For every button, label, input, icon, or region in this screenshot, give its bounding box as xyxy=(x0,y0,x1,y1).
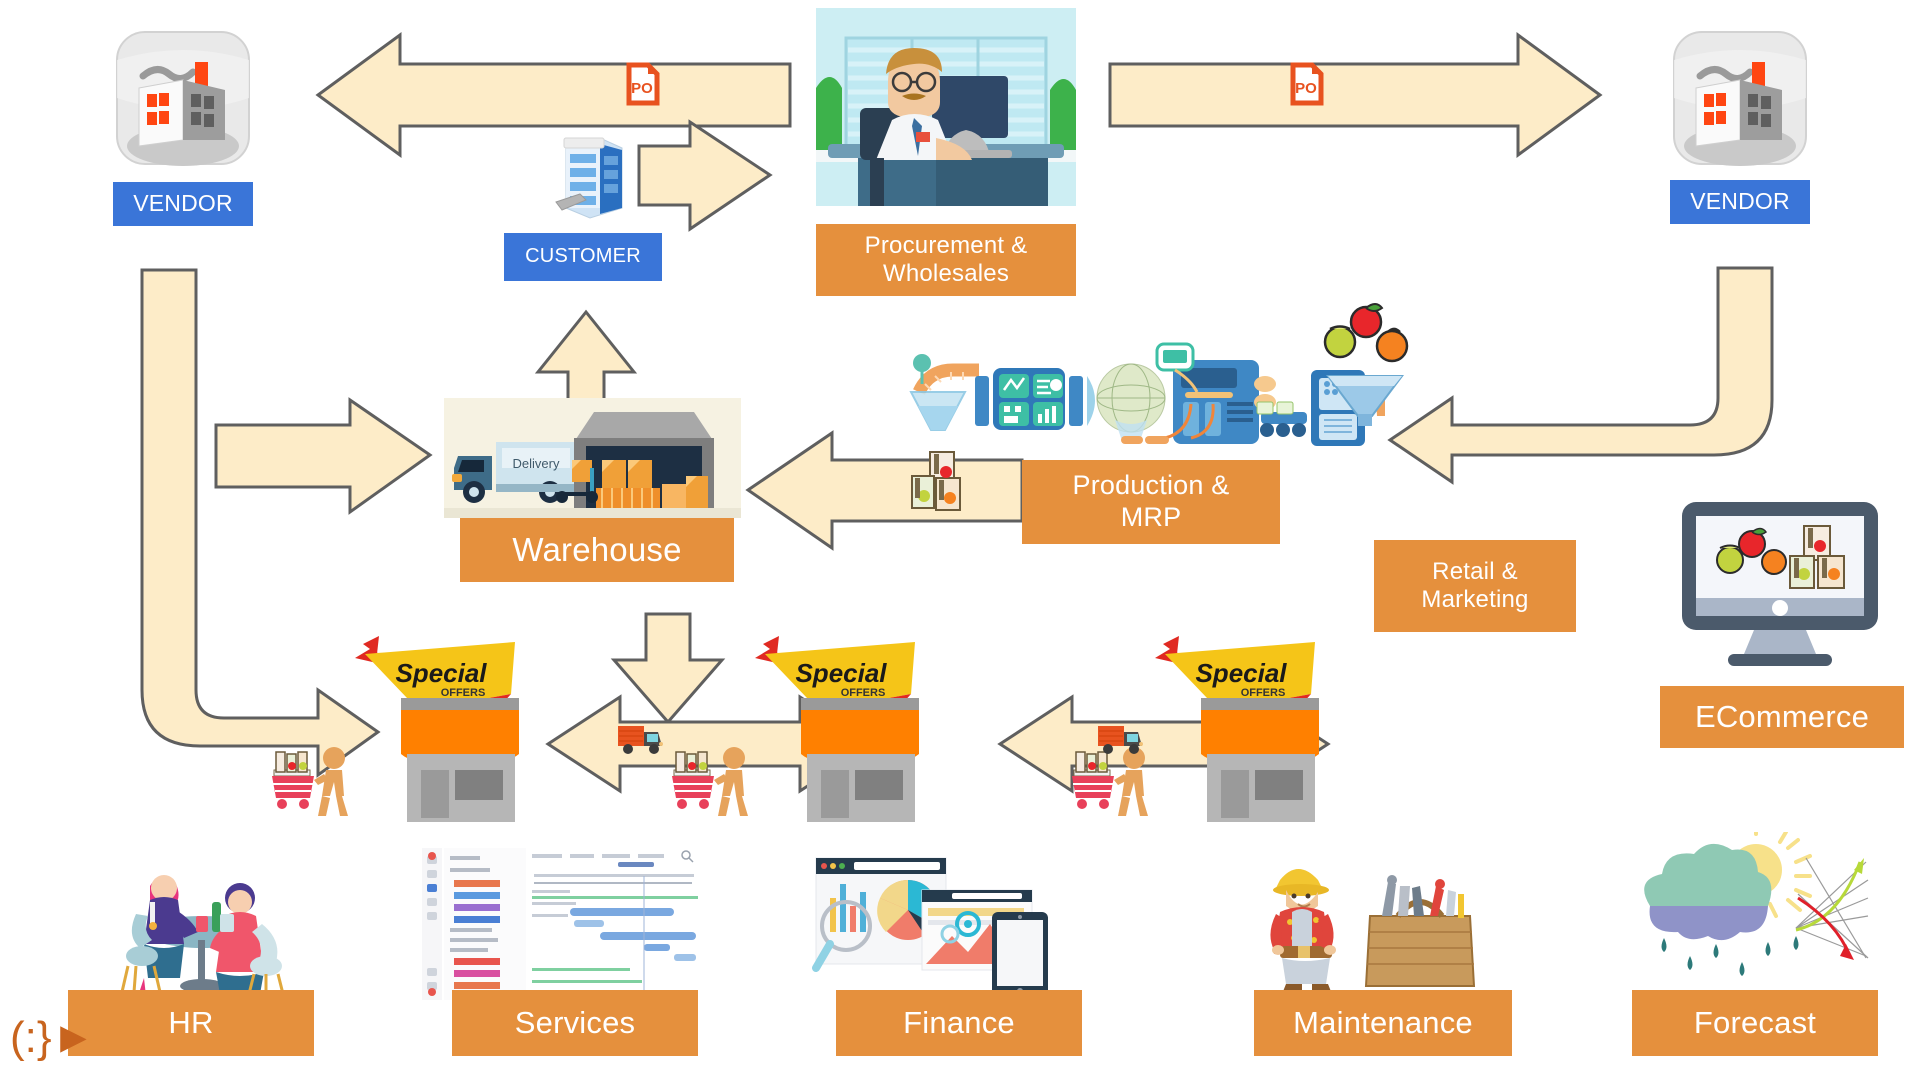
funnel-fruits-icon xyxy=(1320,296,1430,426)
office-building-icon xyxy=(550,130,632,222)
module-finance[interactable]: Finance xyxy=(836,990,1082,1056)
worker-figure xyxy=(1270,869,1336,994)
node-retail-label-line1: Retail & xyxy=(1432,557,1518,585)
arrow-vendor-left-to-warehouse xyxy=(214,397,433,515)
node-vendor-right-label: VENDOR xyxy=(1690,188,1790,215)
analytics-dashboard-illustration xyxy=(812,848,1062,1000)
node-retail-label-line2: Marketing xyxy=(1421,586,1529,613)
arrow-vendor-left-to-shop xyxy=(140,268,381,778)
arrow-warehouse-to-customer xyxy=(534,309,638,414)
svg-text:PO: PO xyxy=(1295,80,1317,97)
shopping-cart-icon xyxy=(672,751,714,809)
shop-center: Special OFFERS xyxy=(755,636,925,826)
monitor-storefront-illustration xyxy=(1676,498,1884,674)
fruit-melon xyxy=(1323,325,1357,359)
svg-text:Special: Special xyxy=(395,658,487,688)
module-services-label: Services xyxy=(514,1004,636,1040)
watermark-text: (:}► xyxy=(10,1013,96,1062)
weather-trend-illustration xyxy=(1620,822,1870,1000)
shopper-cart-icon-left xyxy=(268,740,354,820)
gantt-chart-screenshot xyxy=(422,848,702,1000)
fruit-orange xyxy=(1375,327,1409,363)
watermark-logo: (:}► xyxy=(10,1016,95,1060)
module-finance-label: Finance xyxy=(903,1004,1015,1040)
factory-icon xyxy=(113,28,253,178)
node-warehouse[interactable]: Warehouse xyxy=(460,518,734,582)
node-production-label-line1: Production & xyxy=(1072,470,1230,501)
arrow-warehouse-to-shop xyxy=(610,612,726,725)
node-vendor-right[interactable]: VENDOR xyxy=(1670,180,1810,224)
svg-text:Delivery: Delivery xyxy=(513,456,560,471)
worker-toolbox-illustration xyxy=(1258,846,1488,998)
funnel-icon xyxy=(1326,375,1404,426)
delivery-warehouse-illustration: Delivery xyxy=(444,398,741,518)
node-ecommerce-label: ECommerce xyxy=(1694,698,1870,734)
shopper-person-icon xyxy=(1114,747,1148,816)
factory-icon-right xyxy=(1670,28,1810,178)
svg-text:Special: Special xyxy=(795,658,887,688)
module-maintenance[interactable]: Maintenance xyxy=(1254,990,1512,1056)
module-services[interactable]: Services xyxy=(452,990,698,1056)
shop-left: Special OFFERS xyxy=(355,636,525,826)
arrow-procurement-to-vendor-right xyxy=(1108,32,1603,158)
svg-text:OFFERS: OFFERS xyxy=(841,687,886,699)
delivery-truck-icon-left xyxy=(616,722,668,756)
node-vendor-left[interactable]: VENDOR xyxy=(113,182,253,226)
production-line-illustration xyxy=(905,340,1389,470)
toolbox-icon xyxy=(1364,875,1476,987)
raindrops-icon xyxy=(1661,936,1799,976)
fruit-apple xyxy=(1349,303,1384,339)
node-warehouse-label: Warehouse xyxy=(512,530,682,568)
module-forecast-label: Forecast xyxy=(1693,1004,1817,1040)
cloud-icon xyxy=(1644,843,1772,941)
node-customer-label: CUSTOMER xyxy=(525,245,641,268)
node-procurement-label-line2: Wholesales xyxy=(882,260,1010,287)
node-procurement-label-line1: Procurement & xyxy=(864,231,1028,259)
office-worker-illustration xyxy=(816,8,1076,206)
module-hr-label: HR xyxy=(168,1004,214,1040)
svg-text:Special: Special xyxy=(1195,658,1287,688)
svg-text:OFFERS: OFFERS xyxy=(441,687,486,699)
arrow-customer-to-procurement xyxy=(637,119,773,232)
delivery-truck-icon-right xyxy=(1096,722,1148,756)
person-right xyxy=(210,883,286,999)
jar-products-icon-left xyxy=(910,450,972,520)
shopper-person-icon xyxy=(714,747,748,816)
svg-text:PO: PO xyxy=(631,80,653,97)
node-production-label-line2: MRP xyxy=(1120,502,1182,532)
module-hr[interactable]: HR xyxy=(68,990,314,1056)
shopper-person-icon xyxy=(314,747,348,816)
node-ecommerce[interactable]: ECommerce xyxy=(1660,686,1904,748)
po-document-icon-right: PO xyxy=(1290,62,1324,106)
person-left xyxy=(120,875,198,996)
node-procurement[interactable]: Procurement & Wholesales xyxy=(816,224,1076,296)
node-customer[interactable]: CUSTOMER xyxy=(504,233,662,281)
shopping-cart-icon xyxy=(1072,751,1114,809)
shopper-cart-icon-center xyxy=(668,740,754,820)
module-maintenance-label: Maintenance xyxy=(1293,1004,1473,1040)
diagram-canvas: PO PO VENDOR CUSTOMER Procurement & Whol… xyxy=(0,0,1920,1078)
shopping-cart-icon xyxy=(272,751,314,809)
svg-text:OFFERS: OFFERS xyxy=(1241,687,1286,699)
node-production[interactable]: Production & MRP xyxy=(1022,460,1280,544)
node-vendor-left-label: VENDOR xyxy=(133,190,233,217)
arrow-vendor-right-to-production xyxy=(1387,266,1774,485)
module-forecast[interactable]: Forecast xyxy=(1632,990,1878,1056)
node-retail-marketing[interactable]: Retail & Marketing xyxy=(1374,540,1576,632)
po-document-icon-left: PO xyxy=(626,62,660,106)
people-meeting-illustration xyxy=(120,840,290,1000)
shop-right: Special OFFERS xyxy=(1155,636,1325,826)
